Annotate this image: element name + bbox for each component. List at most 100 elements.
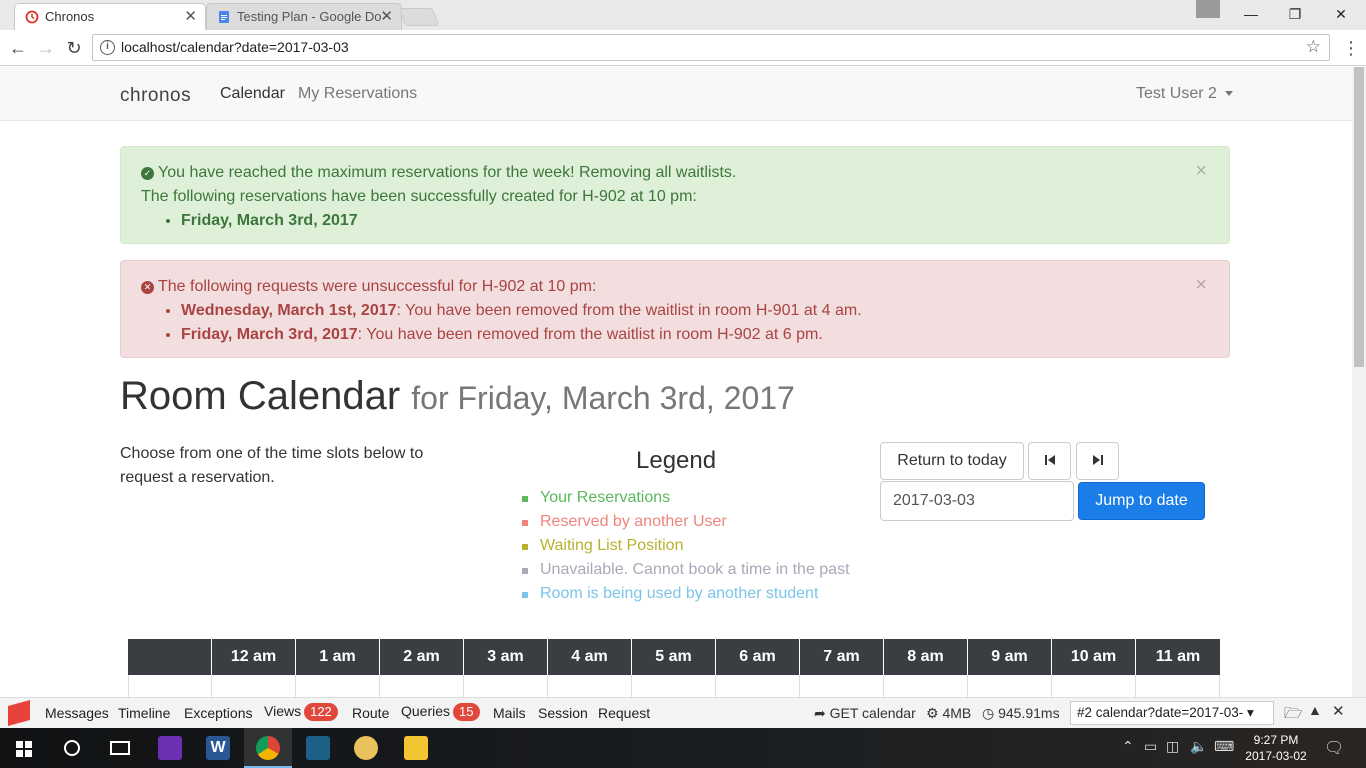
nav-my-reservations-link[interactable]: My Reservations xyxy=(298,85,417,103)
page-scrollbar[interactable] xyxy=(1352,67,1366,697)
legend-item-waiting-list: Waiting List Position xyxy=(520,534,850,558)
task-view-button[interactable] xyxy=(96,728,144,768)
list-item: Friday, March 3rd, 2017: You have been r… xyxy=(181,323,1209,347)
calendar-cell[interactable] xyxy=(380,675,464,697)
calendar-cell[interactable] xyxy=(128,675,212,697)
scrollbar-thumb[interactable] xyxy=(1354,67,1364,367)
new-tab-button[interactable] xyxy=(398,8,440,26)
hour-header: 1 am xyxy=(296,639,380,675)
time-text: 945.91ms xyxy=(998,705,1060,721)
jump-to-date-button[interactable]: Jump to date xyxy=(1078,482,1205,520)
back-icon[interactable]: ← xyxy=(6,36,30,60)
calendar-cell[interactable] xyxy=(464,675,548,697)
debug-bar: Messages Timeline Exceptions Views 122 Ro… xyxy=(0,697,1366,728)
debug-tab-mails[interactable]: Mails xyxy=(493,705,526,721)
browser-tab-testing-plan[interactable]: Testing Plan - Google Do ✕ xyxy=(206,3,402,30)
url-text[interactable]: localhost/calendar?date=2017-03-03 xyxy=(121,39,349,55)
address-bar[interactable]: i localhost/calendar?date=2017-03-03 ☆ xyxy=(92,34,1330,61)
calendar-cell[interactable] xyxy=(884,675,968,697)
route-info: ➦ GET calendar xyxy=(814,705,916,722)
debug-tab-session[interactable]: Session xyxy=(538,705,588,721)
chevron-up-icon[interactable]: ▲ xyxy=(1308,702,1322,718)
brand-logo[interactable]: chronos xyxy=(120,85,191,107)
debug-tab-messages[interactable]: Messages xyxy=(45,705,109,721)
calendar-cell[interactable] xyxy=(968,675,1052,697)
folder-open-icon[interactable]: 🗁 xyxy=(1284,703,1303,728)
minimize-icon[interactable]: — xyxy=(1228,0,1274,28)
calendar-cell[interactable] xyxy=(1136,675,1220,697)
nav-calendar-link[interactable]: Calendar xyxy=(220,85,285,103)
request-select[interactable]: #2 calendar?date=2017-03- ▾ xyxy=(1070,701,1274,725)
calendar-cell[interactable] xyxy=(800,675,884,697)
date-input[interactable]: 2017-03-03 xyxy=(880,481,1074,521)
bookmark-star-icon[interactable]: ☆ xyxy=(1306,37,1321,57)
legend-label: Reserved by another User xyxy=(540,513,727,530)
paint-app[interactable] xyxy=(342,728,390,768)
browser-menu-icon[interactable]: ⋮ xyxy=(1342,36,1360,60)
legend-swatch xyxy=(522,568,528,574)
calendar-cell[interactable] xyxy=(1052,675,1136,697)
success-alert: ✓ You have reached the maximum reservatio… xyxy=(120,146,1230,244)
request-date: Friday, March 3rd, 2017 xyxy=(181,326,358,343)
legend-label: Room is being used by another student xyxy=(540,585,819,602)
cortana-button[interactable] xyxy=(48,728,96,768)
start-button[interactable] xyxy=(0,728,48,768)
battery-icon[interactable]: ▭ xyxy=(1144,738,1157,755)
debug-tab-views[interactable]: Views 122 xyxy=(264,703,338,721)
chevron-up-tray-icon[interactable]: ⌃ xyxy=(1122,738,1134,755)
user-name: Test User 2 xyxy=(1136,85,1217,102)
debug-tab-request[interactable]: Request xyxy=(598,705,650,721)
calendar-cell[interactable] xyxy=(632,675,716,697)
info-icon[interactable]: i xyxy=(100,40,115,55)
calendar-cell[interactable] xyxy=(296,675,380,697)
x-circle-icon: ✕ xyxy=(141,281,154,294)
close-alert-icon[interactable]: × xyxy=(1195,273,1207,297)
previous-day-button[interactable] xyxy=(1028,442,1071,480)
debug-tab-exceptions[interactable]: Exceptions xyxy=(184,705,252,721)
debug-tab-label: Views xyxy=(264,703,302,719)
profile-icon[interactable] xyxy=(1196,0,1220,18)
calendar-cell[interactable] xyxy=(716,675,800,697)
page-subtitle: for Friday, March 3rd, 2017 xyxy=(411,380,795,416)
reload-icon[interactable]: ↻ xyxy=(62,36,86,60)
restore-icon[interactable]: ❐ xyxy=(1272,0,1318,28)
browser-tab-chronos[interactable]: Chronos ✕ xyxy=(14,3,206,30)
laravel-logo-icon[interactable] xyxy=(8,700,30,726)
clock-time: 9:27 PM xyxy=(1253,733,1299,747)
debug-tab-route[interactable]: Route xyxy=(352,705,389,721)
calendar-cell[interactable] xyxy=(548,675,632,697)
task-view-icon xyxy=(110,741,130,755)
legend-item-used-by-student: Room is being used by another student xyxy=(520,582,850,606)
danger-line-1: ✕ The following requests were unsuccessfu… xyxy=(141,275,1209,299)
close-debugbar-icon[interactable]: ✕ xyxy=(1332,702,1345,720)
forward-icon[interactable]: → xyxy=(34,36,58,60)
share-icon: ➦ xyxy=(814,705,826,721)
close-window-icon[interactable]: ✕ xyxy=(1318,0,1364,28)
debug-tab-timeline[interactable]: Timeline xyxy=(118,705,170,721)
user-dropdown[interactable]: Test User 2 xyxy=(1136,85,1233,103)
legend-label: Waiting List Position xyxy=(540,537,684,554)
google-docs-icon xyxy=(219,11,229,23)
word-app[interactable]: W xyxy=(194,728,242,768)
legend-item-reserved-other: Reserved by another User xyxy=(520,510,850,534)
paint-icon xyxy=(354,736,378,760)
debug-tab-queries[interactable]: Queries 15 xyxy=(401,703,480,721)
next-day-button[interactable] xyxy=(1076,442,1119,480)
network-icon[interactable]: ◫ xyxy=(1166,738,1179,755)
legend-item-unavailable: Unavailable. Cannot book a time in the p… xyxy=(520,558,850,582)
close-tab-icon[interactable]: ✕ xyxy=(184,4,197,30)
notifications-icon[interactable]: 🗨 xyxy=(1324,738,1344,758)
calendar-cell[interactable] xyxy=(212,675,296,697)
file-explorer-app[interactable] xyxy=(392,728,440,768)
volume-icon[interactable]: 🔈 xyxy=(1190,738,1207,755)
hour-header: 7 am xyxy=(800,639,884,675)
return-to-today-button[interactable]: Return to today xyxy=(880,442,1024,480)
close-alert-icon[interactable]: × xyxy=(1195,159,1207,183)
chrome-app[interactable] xyxy=(244,728,292,768)
taskbar-clock[interactable]: 9:27 PM 2017-03-02 xyxy=(1244,732,1308,764)
visual-studio-app[interactable] xyxy=(146,728,194,768)
keyboard-icon[interactable]: ⌨ xyxy=(1214,738,1234,755)
close-tab-icon[interactable]: ✕ xyxy=(380,4,393,30)
mysql-app[interactable] xyxy=(294,728,342,768)
calendar-table: 12 am 1 am 2 am 3 am 4 am 5 am 6 am 7 am… xyxy=(128,639,1220,697)
